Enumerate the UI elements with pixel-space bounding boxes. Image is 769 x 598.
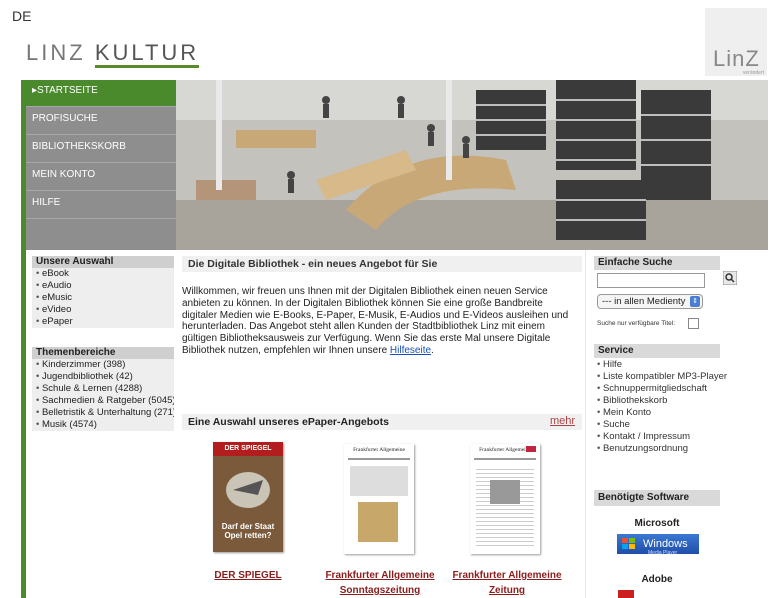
- nav-item-hilfe[interactable]: HILFE: [26, 192, 176, 219]
- faz-cover[interactable]: Frankfurter Allgemeine: [470, 444, 540, 554]
- service-item-kontakt[interactable]: Kontakt / Impressum: [594, 431, 724, 443]
- nav-item-profisuche[interactable]: PROFISUCHE: [26, 108, 176, 135]
- service-heading: Service: [594, 344, 720, 358]
- help-link[interactable]: Hilfeseite: [390, 345, 431, 356]
- linz-brand-mark: LinZ: [713, 46, 760, 71]
- list-item[interactable]: eVideo: [32, 304, 174, 316]
- adobe-reader-icon[interactable]: [618, 590, 634, 598]
- list-item[interactable]: Jugendbibliothek (42): [32, 371, 174, 383]
- list-item[interactable]: eBook: [32, 268, 174, 280]
- list-item[interactable]: eMusic: [32, 292, 174, 304]
- windows-logo-icon: [622, 538, 636, 550]
- library-hero-image: [176, 80, 768, 250]
- intro-heading: Die Digitale Bibliothek - ein neues Ange…: [182, 256, 582, 272]
- intro-text: Willkommen, wir freuen uns Ihnen mit der…: [182, 286, 580, 357]
- unsere-auswahl-list: eBook eAudio eMusic eVideo ePaper: [32, 268, 174, 328]
- list-item[interactable]: ePaper: [32, 316, 174, 328]
- fas-title-link[interactable]: Frankfurter Allgemeine Sonntagszeitung: [322, 568, 438, 598]
- spiegel-masthead: DER SPIEGEL: [213, 442, 283, 456]
- microsoft-label: Microsoft: [634, 518, 680, 529]
- spiegel-cover[interactable]: DER SPIEGEL Darf der Staat Opel retten?: [213, 442, 283, 552]
- fas-masthead: Frankfurter Allgemeine: [353, 447, 405, 453]
- service-item-korb[interactable]: Bibliothekskorb: [594, 395, 724, 407]
- software-heading: Benötigte Software: [594, 490, 720, 506]
- service-item-konto[interactable]: Mein Konto: [594, 407, 724, 419]
- service-item-schnupper[interactable]: Schnuppermitgliedschaft: [594, 383, 724, 395]
- linz-brand-sub: verändert: [742, 70, 764, 76]
- column-divider: [585, 250, 586, 598]
- linz-brand-logo[interactable]: LinZ verändert: [705, 8, 767, 76]
- nav-item-mein-konto[interactable]: MEIN KONTO: [26, 164, 176, 191]
- linz-kultur-logo[interactable]: LINZ KULTUR: [26, 40, 200, 68]
- spiegel-title-link[interactable]: DER SPIEGEL: [200, 568, 296, 583]
- main-nav: ▸STARTSEITE PROFISUCHE BIBLIOTHEKSKORB M…: [26, 80, 176, 250]
- search-input[interactable]: [597, 273, 705, 288]
- available-only-checkbox[interactable]: [688, 318, 699, 329]
- faz-title-link[interactable]: Frankfurter Allgemeine Zeitung: [452, 568, 562, 598]
- nav-item-startseite[interactable]: ▸STARTSEITE: [26, 80, 176, 107]
- media-type-select[interactable]: --- in allen Medienty ⇕: [597, 294, 703, 309]
- spiegel-headline: Darf der Staat Opel retten?: [221, 522, 275, 540]
- wmp-label: Windows: [643, 538, 688, 550]
- language-switch[interactable]: DE: [12, 8, 31, 24]
- epaper-heading: Eine Auswahl unseres ePaper-Angebots: [182, 414, 582, 430]
- adobe-label: Adobe: [641, 574, 673, 585]
- service-item-hilfe[interactable]: Hilfe: [594, 359, 724, 371]
- list-item[interactable]: Belletristik & Unterhaltung (271): [32, 407, 174, 419]
- list-item[interactable]: eAudio: [32, 280, 174, 292]
- list-item[interactable]: Schule & Lernen (4288): [32, 383, 174, 395]
- list-item[interactable]: Kinderzimmer (398): [32, 359, 174, 371]
- search-icon[interactable]: [722, 270, 738, 287]
- chevron-updown-icon: ⇕: [690, 296, 700, 307]
- service-item-suche[interactable]: Suche: [594, 419, 724, 431]
- unsere-auswahl-heading: Unsere Auswahl: [32, 256, 174, 268]
- search-heading: Einfache Suche: [594, 256, 720, 270]
- themenbereiche-heading: Themenbereiche: [32, 347, 174, 359]
- nav-item-bibliothekskorb[interactable]: BIBLIOTHEKSKORB: [26, 136, 176, 163]
- service-item-mp3[interactable]: Liste kompatibler MP3-Player: [594, 371, 727, 383]
- fas-cover[interactable]: Frankfurter Allgemeine: [344, 444, 414, 554]
- epaper-more-link[interactable]: mehr: [550, 415, 575, 427]
- intro-body: Willkommen, wir freuen uns Ihnen mit der…: [182, 286, 569, 356]
- wmp-sublabel: Media Player: [648, 550, 678, 556]
- available-only-label: Suche nur verfügbare Titel:: [597, 320, 676, 327]
- list-item[interactable]: Musik (4574): [32, 419, 174, 431]
- logo-part-linz: LINZ: [26, 40, 86, 65]
- intro-end: .: [431, 344, 434, 356]
- logo-part-kultur: KULTUR: [94, 40, 200, 68]
- service-item-ordnung[interactable]: Benutzungsordnung: [594, 443, 724, 455]
- themenbereiche-list: Kinderzimmer (398) Jugendbibliothek (42)…: [32, 359, 174, 431]
- service-list: Hilfe Liste kompatibler MP3-Player Schnu…: [594, 359, 727, 455]
- media-type-value: --- in allen Medienty: [602, 296, 686, 307]
- list-item[interactable]: Sachmedien & Ratgeber (5045): [32, 395, 174, 407]
